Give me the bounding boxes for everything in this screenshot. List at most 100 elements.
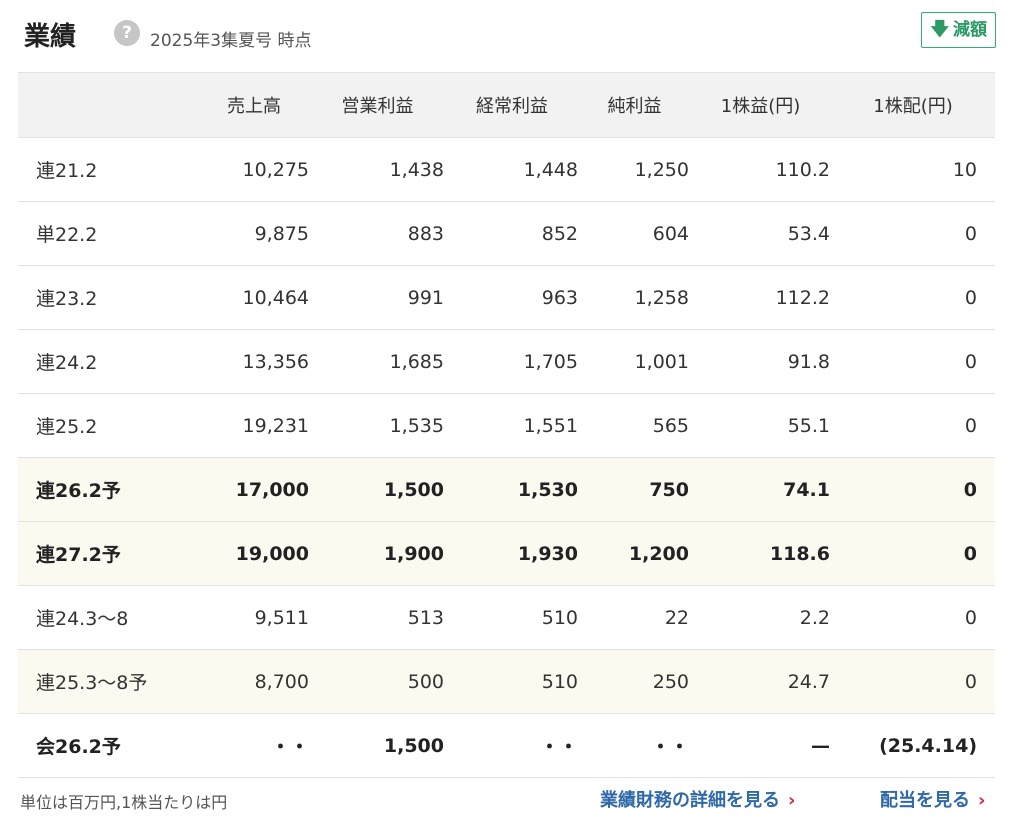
eps-cell: 74.1	[690, 457, 831, 522]
sales-cell: 13,356	[198, 329, 310, 394]
table-footer: 単位は百万円,1株当たりは円 業績財務の詳細を見る › 配当を見る ›	[20, 786, 1000, 814]
sales-cell: 9,511	[198, 585, 310, 650]
period-label: 連25.2	[18, 393, 198, 458]
operating-profit-cell: 1,438	[310, 137, 445, 202]
operating-profit-cell: 883	[310, 201, 445, 266]
operating-profit-cell: 1,535	[310, 393, 445, 458]
period-label: 連26.2予	[18, 457, 198, 522]
as-of-label: 2025年3集夏号 時点	[150, 31, 312, 51]
dps-cell: 0	[831, 521, 995, 586]
table-row: 連24.2 13,356 1,685 1,705 1,001 91.8 0	[18, 329, 995, 394]
sales-cell: 17,000	[198, 457, 310, 522]
net-profit-cell: 750	[579, 457, 690, 522]
table-row: 連25.2 19,231 1,535 1,551 565 55.1 0	[18, 393, 995, 458]
net-profit-cell: 22	[579, 585, 690, 650]
ordinary-profit-cell: 963	[445, 265, 579, 330]
sales-cell: 19,231	[198, 393, 310, 458]
help-icon[interactable]: ?	[114, 20, 140, 46]
sales-cell: 9,875	[198, 201, 310, 266]
net-profit-cell: 1,001	[579, 329, 690, 394]
net-profit-cell: 565	[579, 393, 690, 458]
column-header-net-profit: 純利益	[579, 72, 690, 138]
eps-cell: 2.2	[690, 585, 831, 650]
column-header-operating-profit: 営業利益	[310, 72, 445, 138]
sales-cell: ・・	[198, 713, 310, 778]
ordinary-profit-cell: 852	[445, 201, 579, 266]
eps-cell: 53.4	[690, 201, 831, 266]
performance-table: 売上高 営業利益 経常利益 純利益 1株益(円) 1株配(円) 連21.2 10…	[18, 72, 995, 778]
ordinary-profit-cell: 1,705	[445, 329, 579, 394]
eps-cell: 55.1	[690, 393, 831, 458]
period-label: 連21.2	[18, 137, 198, 202]
net-profit-cell: 604	[579, 201, 690, 266]
operating-profit-cell: 1,500	[310, 457, 445, 522]
table-row-forecast: 連27.2予 19,000 1,900 1,930 1,200 118.6 0	[18, 521, 995, 586]
announcement-date-cell: (25.4.14)	[831, 713, 995, 778]
period-label: 単22.2	[18, 201, 198, 266]
column-header-ordinary-profit: 経常利益	[445, 72, 579, 138]
dps-cell: 0	[831, 393, 995, 458]
period-label: 連27.2予	[18, 521, 198, 586]
table-header-row: 売上高 営業利益 経常利益 純利益 1株益(円) 1株配(円)	[18, 72, 995, 138]
operating-profit-cell: 513	[310, 585, 445, 650]
column-header-period	[18, 72, 198, 138]
net-profit-cell: ・・	[579, 713, 690, 778]
performance-details-link-label: 業績財務の詳細を見る	[600, 790, 780, 811]
table-row-company-forecast: 会26.2予 ・・ 1,500 ・・ ・・ — (25.4.14)	[18, 713, 995, 778]
dps-cell: 0	[831, 649, 995, 714]
column-header-sales: 売上高	[198, 72, 310, 138]
operating-profit-cell: 991	[310, 265, 445, 330]
table-row-forecast: 連25.3〜8予 8,700 500 510 250 24.7 0	[18, 649, 995, 714]
operating-profit-cell: 1,900	[310, 521, 445, 586]
dps-cell: 0	[831, 457, 995, 522]
sales-cell: 19,000	[198, 521, 310, 586]
operating-profit-cell: 1,500	[310, 713, 445, 778]
eps-cell: 24.7	[690, 649, 831, 714]
sales-cell: 10,275	[198, 137, 310, 202]
dps-cell: 0	[831, 585, 995, 650]
dividend-link[interactable]: 配当を見る ›	[880, 786, 985, 812]
chevron-right-icon: ›	[788, 790, 796, 811]
arrow-down-icon: 🡇	[930, 19, 949, 40]
table-row: 連24.3〜8 9,511 513 510 22 2.2 0	[18, 585, 995, 650]
table-row: 単22.2 9,875 883 852 604 53.4 0	[18, 201, 995, 266]
chevron-right-icon: ›	[978, 790, 986, 811]
eps-cell: 91.8	[690, 329, 831, 394]
dps-cell: 0	[831, 265, 995, 330]
unit-note: 単位は百万円,1株当たりは円	[20, 793, 228, 812]
net-profit-cell: 250	[579, 649, 690, 714]
eps-cell: 112.2	[690, 265, 831, 330]
ordinary-profit-cell: 1,551	[445, 393, 579, 458]
performance-details-link[interactable]: 業績財務の詳細を見る ›	[600, 786, 795, 812]
table-row: 連21.2 10,275 1,438 1,448 1,250 110.2 10	[18, 137, 995, 202]
ordinary-profit-cell: 510	[445, 585, 579, 650]
ordinary-profit-cell: 510	[445, 649, 579, 714]
table-row-forecast: 連26.2予 17,000 1,500 1,530 750 74.1 0	[18, 457, 995, 522]
sales-cell: 10,464	[198, 265, 310, 330]
ordinary-profit-cell: 1,530	[445, 457, 579, 522]
ordinary-profit-cell: ・・	[445, 713, 579, 778]
column-header-dps: 1株配(円)	[831, 72, 995, 138]
eps-cell: 118.6	[690, 521, 831, 586]
eps-cell: —	[690, 713, 831, 778]
net-profit-cell: 1,250	[579, 137, 690, 202]
period-label: 連24.2	[18, 329, 198, 394]
period-label: 連23.2	[18, 265, 198, 330]
ordinary-profit-cell: 1,930	[445, 521, 579, 586]
table-row: 連23.2 10,464 991 963 1,258 112.2 0	[18, 265, 995, 330]
net-profit-cell: 1,258	[579, 265, 690, 330]
period-label: 連24.3〜8	[18, 585, 198, 650]
dividend-link-label: 配当を見る	[880, 790, 970, 811]
operating-profit-cell: 1,685	[310, 329, 445, 394]
dps-cell: 10	[831, 137, 995, 202]
column-header-eps: 1株益(円)	[690, 72, 831, 138]
period-label: 会26.2予	[18, 713, 198, 778]
section-title: 業績	[24, 22, 77, 52]
sales-cell: 8,700	[198, 649, 310, 714]
net-profit-cell: 1,200	[579, 521, 690, 586]
section-header: 業績 ? 2025年3集夏号 時点 🡇 減額	[20, 12, 1000, 56]
dps-cell: 0	[831, 201, 995, 266]
revision-badge: 🡇 減額	[921, 12, 996, 48]
ordinary-profit-cell: 1,448	[445, 137, 579, 202]
revision-badge-label: 減額	[953, 20, 987, 40]
